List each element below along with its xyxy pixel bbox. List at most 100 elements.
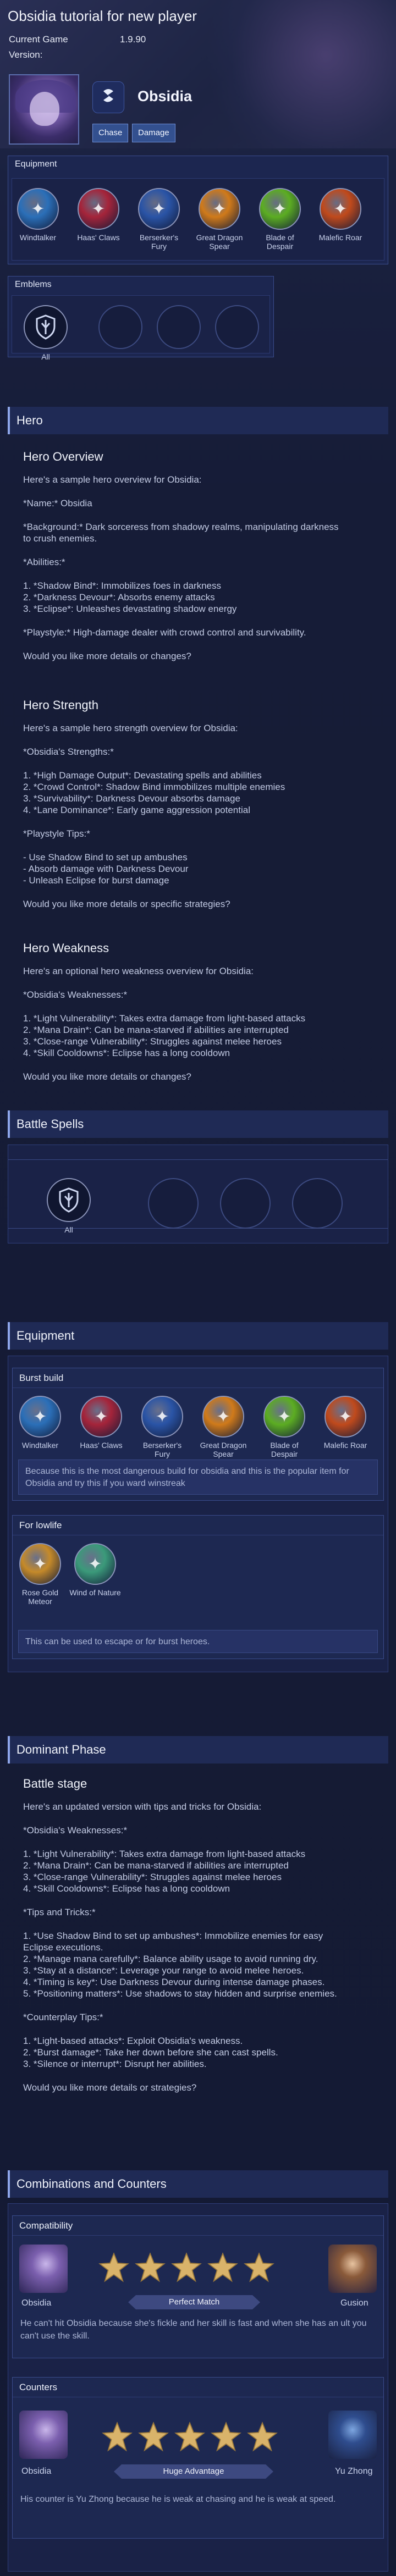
- text-line: Would you like more details or strategie…: [23, 2082, 197, 2093]
- great-dragon-spear-icon: ✦: [199, 188, 240, 230]
- text-line: 1. *Light Vulnerability*: Takes extra da…: [23, 1013, 306, 1024]
- equipment-item[interactable]: ✦ Berserker's Fury: [136, 1396, 189, 1458]
- text-line: - Use Shadow Bind to set up ambushes: [23, 852, 188, 863]
- emblem-slot-empty[interactable]: [215, 305, 259, 349]
- hero-header: Obsidia tutorial for new player Current …: [0, 0, 396, 148]
- text-line: 3. *Silence or interrupt*: Disrupt her a…: [23, 2059, 207, 2069]
- battle-spell-slot-empty[interactable]: [292, 1178, 343, 1229]
- equipment-item[interactable]: ✦ Haas' Claws: [75, 1396, 128, 1450]
- text-line: 2. *Darkness Devour*: Absorbs enemy atta…: [23, 592, 215, 602]
- equipment-item-label: Haas' Claws: [77, 233, 120, 242]
- version-label: Version:: [9, 49, 43, 60]
- text-line: Would you like more details or specific …: [23, 899, 230, 909]
- battle-spell-slot-empty[interactable]: [220, 1178, 271, 1229]
- section-header-combinations: Combinations and Counters: [8, 2170, 388, 2198]
- text-line: 3. *Close-range Vulnerability*: Struggle…: [23, 1872, 282, 1882]
- star-icon: [243, 2251, 276, 2284]
- equipment-item-label: Malefic Roar: [318, 233, 362, 242]
- haas-claws-icon: ✦: [78, 188, 119, 230]
- text-line: *Counterplay Tips:*: [23, 2012, 103, 2022]
- tag-damage[interactable]: Damage: [132, 124, 175, 142]
- text-line: *Background:* Dark sorceress from shadow…: [23, 522, 339, 532]
- equipment-item[interactable]: ✦ Windtalker: [12, 188, 64, 242]
- text-line: *Obsidia's Weaknesses:*: [23, 1825, 128, 1836]
- lowlife-build-card: For lowlife ✦ Rose Gold Meteor ✦ Wind of Na…: [12, 1515, 384, 1659]
- text-line: Eclipse executions.: [23, 1942, 103, 1953]
- equipment-item[interactable]: ✦ Berserker's Fury: [133, 188, 185, 251]
- text-line: Here's a sample hero overview for Obsidi…: [23, 474, 202, 485]
- equipment-item[interactable]: ✦ Malefic Roar: [319, 1396, 372, 1450]
- header-background-art: [187, 0, 396, 148]
- compat-description: He can't hit Obsidia because she's fickl…: [20, 2319, 367, 2341]
- berserkers-fury-icon: ✦: [141, 1396, 183, 1438]
- text-line: - Unleash Eclipse for burst damage: [23, 875, 169, 886]
- burst-build-title: Burst build: [13, 1368, 383, 1388]
- hero-name: Obsidia: [138, 88, 193, 104]
- text-line: Here's a sample hero strength overview f…: [23, 723, 238, 733]
- equipment-item-label: Malefic Roar: [323, 1441, 367, 1450]
- current-game-label: Current Game: [9, 34, 68, 45]
- battle-spell-slot-all[interactable]: All: [47, 1178, 91, 1234]
- equipment-item-label: Windtalker: [21, 1441, 59, 1450]
- text-line: Here's an updated version with tips and …: [23, 1801, 262, 1812]
- equipment-item[interactable]: ✦ Windtalker: [14, 1396, 67, 1450]
- equipment-item-label: Blade of Despair: [266, 233, 294, 251]
- equipment-item[interactable]: ✦ Great Dragon Spear: [197, 1396, 250, 1458]
- equipment-item[interactable]: ✦ Haas' Claws: [72, 188, 125, 242]
- text-line: to crush enemies.: [23, 533, 97, 544]
- battle-spell-slot-empty[interactable]: [148, 1178, 199, 1229]
- yu-zhong-avatar: [328, 2411, 377, 2459]
- text-line: 4. *Timing is key*: Use Darkness Devour …: [23, 1977, 325, 1987]
- hero-portrait: [9, 74, 79, 145]
- text-line: 3. *Eclipse*: Unleashes devastating shad…: [23, 604, 237, 614]
- text-line: 4. *Skill Cooldowns*: Eclipse has a long…: [23, 1883, 230, 1894]
- page-title: Obsidia tutorial for new player: [8, 8, 197, 24]
- equipment-item[interactable]: ✦ Blade of Despair: [254, 188, 306, 251]
- hero-weakness-title: Hero Weakness: [23, 941, 109, 955]
- malefic-roar-icon: ✦: [324, 1396, 366, 1438]
- star-icon: [97, 2251, 130, 2284]
- text-line: 1. *High Damage Output*: Devastating spe…: [23, 770, 262, 781]
- section-header-hero: Hero: [8, 407, 388, 434]
- text-line: Here's an optional hero weakness overvie…: [23, 966, 254, 976]
- text-line: 2. *Mana Drain*: Can be mana-starved if …: [23, 1860, 289, 1871]
- emblem-slot-all[interactable]: All: [24, 305, 68, 361]
- equipment-item-label: Rose Gold Meteor: [21, 1588, 59, 1606]
- text-line: *Tips and Tricks:*: [23, 1907, 96, 1917]
- lowlife-build-description: This can be used to escape or for burst …: [18, 1630, 378, 1653]
- compat-right-name: Gusion: [340, 2298, 369, 2308]
- emblem-slot-empty[interactable]: [98, 305, 142, 349]
- counters-title: Counters: [13, 2378, 383, 2397]
- equipment-item[interactable]: ✦ Rose Gold Meteor: [14, 1543, 67, 1606]
- equipment-item-label: Berserker's Fury: [142, 1441, 182, 1458]
- text-line: 2. *Manage mana carefully*: Balance abil…: [23, 1954, 318, 1964]
- counter-right-name: Yu Zhong: [335, 2467, 373, 2476]
- battle-spell-shield-icon: [47, 1178, 91, 1222]
- equipment-item-label: Berserker's Fury: [139, 233, 179, 251]
- equipment-item-label: Windtalker: [19, 233, 57, 242]
- text-line: 3. *Close-range Vulnerability*: Struggle…: [23, 1036, 282, 1047]
- star-icon: [206, 2251, 239, 2284]
- section-header-battle-spells: Battle Spells: [8, 1110, 388, 1138]
- text-line: 5. *Positioning matters*: Use shadows to…: [23, 1988, 337, 1999]
- hero-class-icon: [92, 81, 124, 113]
- text-line: Would you like more details or changes?: [23, 651, 191, 661]
- text-line: - Absorb damage with Darkness Devour: [23, 864, 189, 874]
- equipment-item-label: Great Dragon Spear: [200, 1441, 247, 1458]
- malefic-roar-icon: ✦: [320, 188, 361, 230]
- equipment-item[interactable]: ✦ Wind of Nature: [69, 1543, 122, 1597]
- equipment-item[interactable]: ✦ Malefic Roar: [314, 188, 367, 242]
- emblem-slot-empty[interactable]: [157, 305, 201, 349]
- battle-stage-title: Battle stage: [23, 1777, 87, 1790]
- compat-banner: Perfect Match: [128, 2295, 260, 2309]
- text-line: 3. *Stay at a distance*: Leverage your r…: [23, 1965, 304, 1976]
- blade-of-despair-icon: ✦: [263, 1396, 305, 1438]
- battle-spells-box: All: [8, 1145, 388, 1243]
- tag-chase[interactable]: Chase: [92, 124, 129, 142]
- text-line: *Obsidia's Weaknesses:*: [23, 990, 128, 1000]
- text-line: 4. *Lane Dominance*: Early game aggressi…: [23, 805, 250, 815]
- text-line: 1. *Shadow Bind*: Immobilizes foes in da…: [23, 581, 222, 591]
- equipment-item[interactable]: ✦ Blade of Despair: [258, 1396, 311, 1458]
- text-line: Would you like more details or changes?: [23, 1071, 191, 1082]
- equipment-item[interactable]: ✦ Great Dragon Spear: [193, 188, 246, 251]
